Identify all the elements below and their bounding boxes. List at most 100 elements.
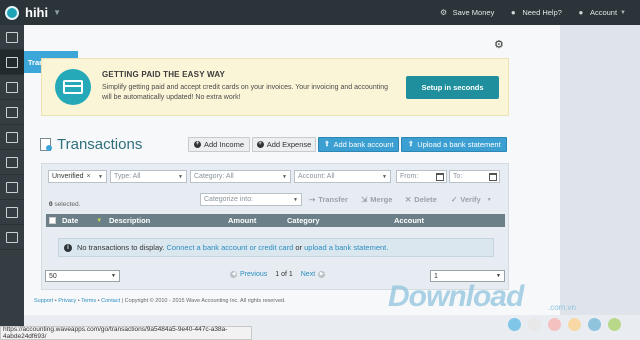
previous-label: Previous xyxy=(240,271,268,278)
column-date[interactable]: Date ▼ xyxy=(62,214,102,227)
bill-icon xyxy=(6,106,18,118)
status-filter-value: Unverified xyxy=(52,173,84,180)
sidebar xyxy=(0,25,24,340)
column-description-label: Description xyxy=(109,216,151,225)
table-header: Date ▼ Description Amount Category Accou… xyxy=(46,214,505,227)
sidebar-item-reports[interactable] xyxy=(0,125,24,150)
connect-bank-link[interactable]: Connect a bank account or credit card xyxy=(167,243,294,252)
selected-count-suffix: selected. xyxy=(54,201,81,208)
watermark-dot xyxy=(608,318,621,331)
transactions-help-icon[interactable] xyxy=(40,138,52,151)
column-category-label: Category xyxy=(287,216,320,225)
terms-link[interactable]: Terms xyxy=(81,298,96,304)
chevron-left-icon: ◀ xyxy=(230,271,237,278)
credit-card-icon xyxy=(55,69,91,105)
copyright-text: Copyright © 2010 - 2015 Wave Accounting … xyxy=(124,298,286,304)
settings-gear-icon[interactable]: ⚙ xyxy=(494,38,504,51)
page-header: Transactions xyxy=(40,136,142,153)
promo-text: Simplify getting paid and accept credit … xyxy=(102,84,389,101)
chevron-down-icon: ▼ xyxy=(111,273,116,279)
watermark-domain: .com.vn xyxy=(548,303,577,312)
chevron-down-icon: ▼ xyxy=(620,9,626,16)
delete-button[interactable]: ✕ Delete xyxy=(405,193,437,206)
categorize-select[interactable]: Categorize into: ▼ xyxy=(200,193,302,206)
sidebar-item-bills[interactable] xyxy=(0,100,24,125)
payments-promo-banner: GETTING PAID THE EASY WAY Simplify getti… xyxy=(41,58,509,116)
save-money-link[interactable]: ⚙ Save Money xyxy=(439,8,495,18)
people-icon xyxy=(6,231,18,243)
merge-label: Merge xyxy=(370,195,393,204)
per-page-select[interactable]: 50 ▼ xyxy=(45,270,120,282)
brand-menu[interactable]: hihi ▼ xyxy=(5,5,61,20)
top-bar: hihi ▼ ⚙ Save Money ● Need Help? ● Accou… xyxy=(0,0,640,25)
transfer-button[interactable]: ⇢ Transfer xyxy=(309,193,348,206)
watermark-dot xyxy=(588,318,601,331)
select-all-checkbox[interactable] xyxy=(49,217,56,224)
chevron-down-icon: ▼ xyxy=(178,173,183,180)
verify-button[interactable]: ✓ Verify ▼ xyxy=(451,193,492,206)
gear-icon: ⚙ xyxy=(440,8,448,17)
column-category: Category xyxy=(287,214,320,227)
delete-icon: ✕ xyxy=(405,195,412,204)
add-bank-account-button[interactable]: ⇪ Add bank account xyxy=(318,137,399,152)
watermark-logo: Download xyxy=(388,280,524,313)
column-description: Description xyxy=(109,214,150,227)
empty-state-message: i No transactions to display. Connect a … xyxy=(58,238,494,257)
sidebar-item-customers[interactable] xyxy=(0,225,24,250)
sidebar-item-invoices[interactable] xyxy=(0,75,24,100)
pagination: ◀ Previous 1 of 1 Next ▶ xyxy=(227,271,328,278)
category-filter[interactable]: Category: All ▼ xyxy=(190,170,291,183)
merge-icon: ⇲ xyxy=(361,195,368,204)
transfer-icon: ⇢ xyxy=(309,195,316,204)
upload-statement-link[interactable]: upload a bank statement. xyxy=(304,243,388,252)
add-expense-button[interactable]: + Add Expense xyxy=(252,137,316,152)
promo-title: GETTING PAID THE EASY WAY xyxy=(102,70,226,79)
per-page-value: 50 xyxy=(49,272,57,280)
add-income-button[interactable]: + Add Income xyxy=(188,137,250,152)
column-account-label: Account xyxy=(394,216,424,225)
empty-text: No transactions to display. xyxy=(77,243,165,252)
browser-status-bar: https://accounting.waveapps.com/go/trans… xyxy=(0,326,252,340)
list-icon xyxy=(6,56,18,68)
chevron-down-icon: ▼ xyxy=(496,273,501,279)
previous-page-button[interactable]: ◀ Previous xyxy=(227,271,267,278)
contact-link[interactable]: Contact xyxy=(101,298,120,304)
clear-icon[interactable]: × xyxy=(87,173,91,180)
page-title: Transactions xyxy=(57,136,143,153)
footer: Support • Privacy • Terms • Contact | Co… xyxy=(34,298,286,304)
verify-label: Verify xyxy=(460,195,481,204)
type-filter[interactable]: Type: All ▼ xyxy=(110,170,187,183)
sidebar-item-receipts[interactable] xyxy=(0,200,24,225)
from-date-input[interactable]: From: xyxy=(396,170,447,183)
calendar-icon[interactable] xyxy=(436,172,444,181)
help-icon: ● xyxy=(510,8,516,17)
or-text: or xyxy=(295,243,303,252)
need-help-link[interactable]: ● Need Help? xyxy=(508,8,562,18)
add-income-label: Add Income xyxy=(203,140,245,149)
upload-statement-button[interactable]: ⇪ Upload a bank statement xyxy=(401,137,507,152)
upload-statement-label: Upload a bank statement xyxy=(417,140,501,149)
next-label: Next xyxy=(300,271,316,278)
sidebar-item-payroll[interactable] xyxy=(0,150,24,175)
calendar-icon[interactable] xyxy=(489,172,497,181)
status-filter[interactable]: Unverified × ▼ xyxy=(48,170,107,183)
save-money-label: Save Money xyxy=(452,8,495,17)
next-page-button[interactable]: Next ▶ xyxy=(301,271,328,278)
check-icon: ✓ xyxy=(451,195,458,204)
setup-payments-button[interactable]: Setup in seconds xyxy=(406,76,499,99)
privacy-link[interactable]: Privacy xyxy=(58,298,76,304)
type-filter-value: Type: All xyxy=(114,173,141,180)
account-label: Account xyxy=(589,8,618,17)
account-menu[interactable]: ● Account ▼ xyxy=(576,8,626,18)
sidebar-item-dashboard[interactable] xyxy=(0,25,24,50)
business-name: hihi xyxy=(25,5,49,20)
column-account: Account xyxy=(394,214,424,227)
chevron-right-icon: ▶ xyxy=(318,271,326,278)
merge-button[interactable]: ⇲ Merge xyxy=(361,193,392,206)
to-date-input[interactable]: To: xyxy=(449,170,500,183)
sidebar-item-transactions[interactable] xyxy=(0,50,24,75)
support-link[interactable]: Support xyxy=(34,298,53,304)
watermark-dot xyxy=(528,318,541,331)
sidebar-item-accounting[interactable] xyxy=(0,175,24,200)
account-filter[interactable]: Account: All ▼ xyxy=(294,170,391,183)
